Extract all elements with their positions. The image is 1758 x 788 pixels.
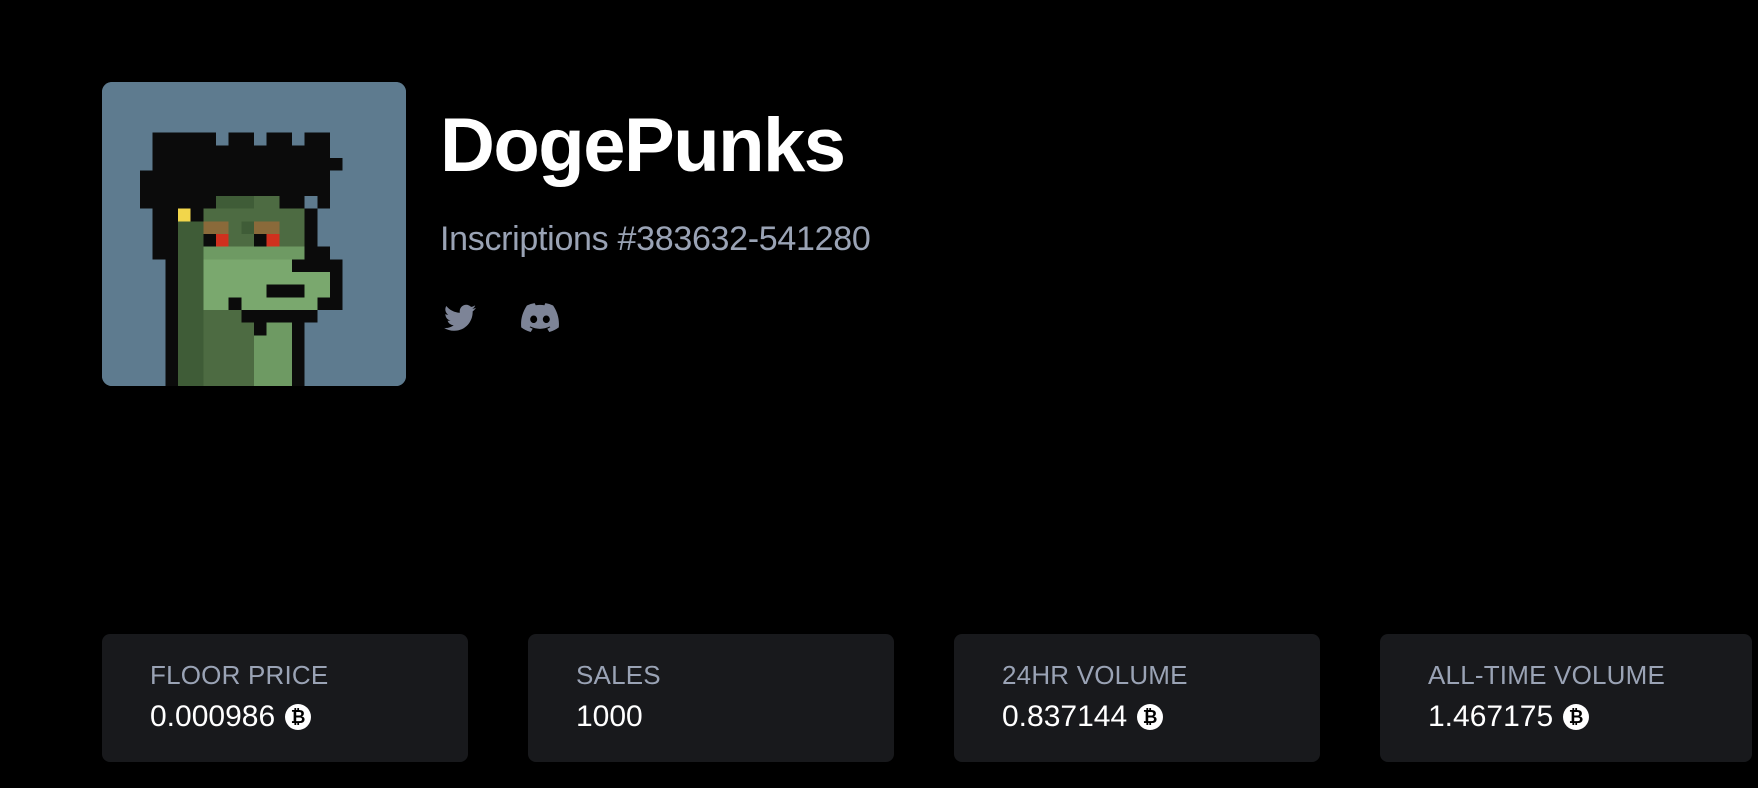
stat-value: 1.467175 xyxy=(1428,700,1554,733)
twitter-icon xyxy=(444,304,476,331)
stat-label: SALES xyxy=(576,660,661,690)
bitcoin-icon: ₿ xyxy=(1563,704,1590,730)
stat-value-row: 1.467175 ₿ xyxy=(1428,702,1752,732)
dogepunk-pixel-avatar-icon xyxy=(102,82,406,386)
collection-info: DogePunks Inscriptions #383632-541280 xyxy=(440,82,871,338)
stat-value-row: 0.000986 ₿ xyxy=(150,702,468,732)
stat-label: 24HR VOLUME xyxy=(1002,660,1188,690)
collection-page: DogePunks Inscriptions #383632-541280 FL… xyxy=(0,0,1758,788)
collection-header: DogePunks Inscriptions #383632-541280 xyxy=(102,82,871,386)
stat-card-all-time-volume: ALL-TIME VOLUME 1.467175 ₿ xyxy=(1380,634,1752,762)
stats-row: FLOOR PRICE 0.000986 ₿ SALES 1000 24HR V… xyxy=(102,634,1752,762)
collection-name: DogePunks xyxy=(440,103,846,188)
stat-value: 0.837144 xyxy=(1002,700,1128,733)
stat-value: 1000 xyxy=(576,700,643,733)
stat-card-floor-price: FLOOR PRICE 0.000986 ₿ xyxy=(102,634,468,762)
stat-value-row: 0.837144 ₿ xyxy=(1002,702,1320,732)
collection-avatar xyxy=(102,82,406,386)
bitcoin-icon: ₿ xyxy=(285,704,312,730)
stat-card-24hr-volume: 24HR VOLUME 0.837144 ₿ xyxy=(954,634,1320,762)
discord-link[interactable] xyxy=(520,298,560,338)
stat-value: 0.000986 xyxy=(150,700,276,733)
discord-icon xyxy=(521,303,559,333)
bitcoin-icon: ₿ xyxy=(1137,704,1164,730)
stat-value-row: 1000 xyxy=(576,702,894,732)
stat-card-sales: SALES 1000 xyxy=(528,634,894,762)
twitter-link[interactable] xyxy=(440,298,480,338)
stat-label: ALL-TIME VOLUME xyxy=(1428,660,1666,690)
inscription-range: Inscriptions #383632-541280 xyxy=(440,220,871,258)
stat-label: FLOOR PRICE xyxy=(150,660,329,690)
social-links xyxy=(440,298,870,338)
